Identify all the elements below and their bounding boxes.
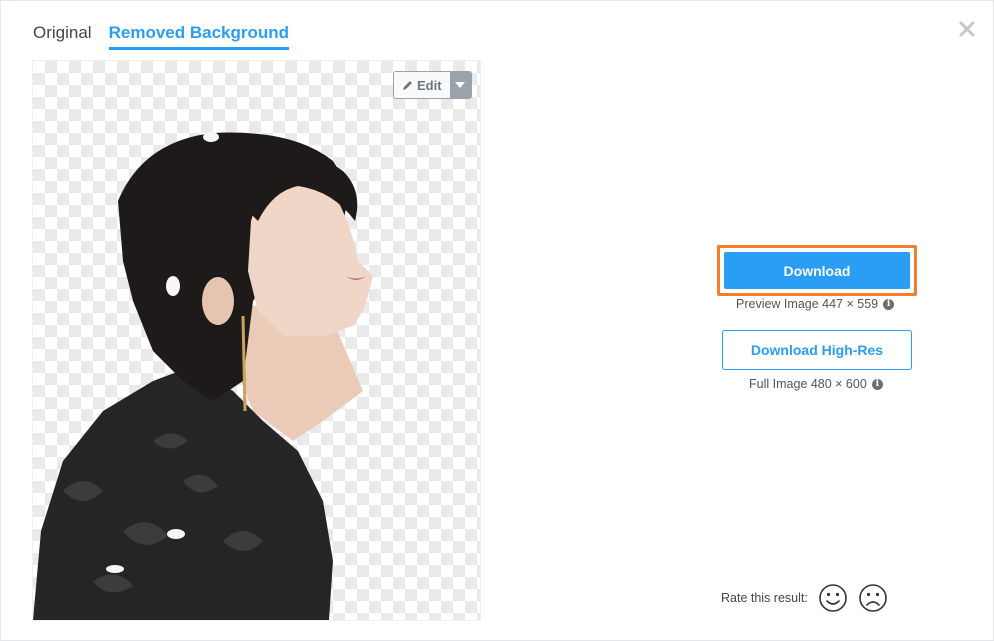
preview-image-text: Preview Image 447 × 559 (736, 297, 879, 311)
close-icon[interactable] (957, 19, 977, 39)
preview-image-info: Preview Image 447 × 559 i (736, 297, 895, 311)
download-button[interactable]: Download (724, 252, 910, 289)
edit-button[interactable]: Edit (394, 72, 450, 98)
full-image-text: Full Image 480 × 600 (749, 377, 867, 391)
edit-label: Edit (417, 77, 442, 93)
smiley-icon[interactable] (818, 583, 848, 613)
rate-label: Rate this result: (721, 591, 808, 605)
full-image-info: Full Image 480 × 600 i (749, 377, 883, 391)
tab-removed-background[interactable]: Removed Background (108, 23, 290, 50)
info-icon[interactable]: i (871, 378, 883, 390)
result-dialog: Original Removed Background Edit Downloa… (0, 0, 994, 641)
edit-control: Edit (393, 71, 472, 99)
download-highlight: Download (717, 245, 917, 296)
edit-dropdown-button[interactable] (449, 72, 471, 98)
download-high-res-button[interactable]: Download High-Res (722, 330, 912, 370)
info-icon[interactable]: i (883, 298, 895, 310)
rating-section: Rate this result: (721, 583, 888, 613)
frowny-icon[interactable] (858, 583, 888, 613)
caret-down-icon (455, 82, 466, 88)
tab-original[interactable]: Original (33, 23, 92, 50)
subject-cutout-image (33, 132, 373, 620)
result-image-preview: Edit (33, 61, 480, 620)
view-tabs: Original Removed Background (33, 23, 290, 50)
pencil-icon (403, 80, 412, 90)
